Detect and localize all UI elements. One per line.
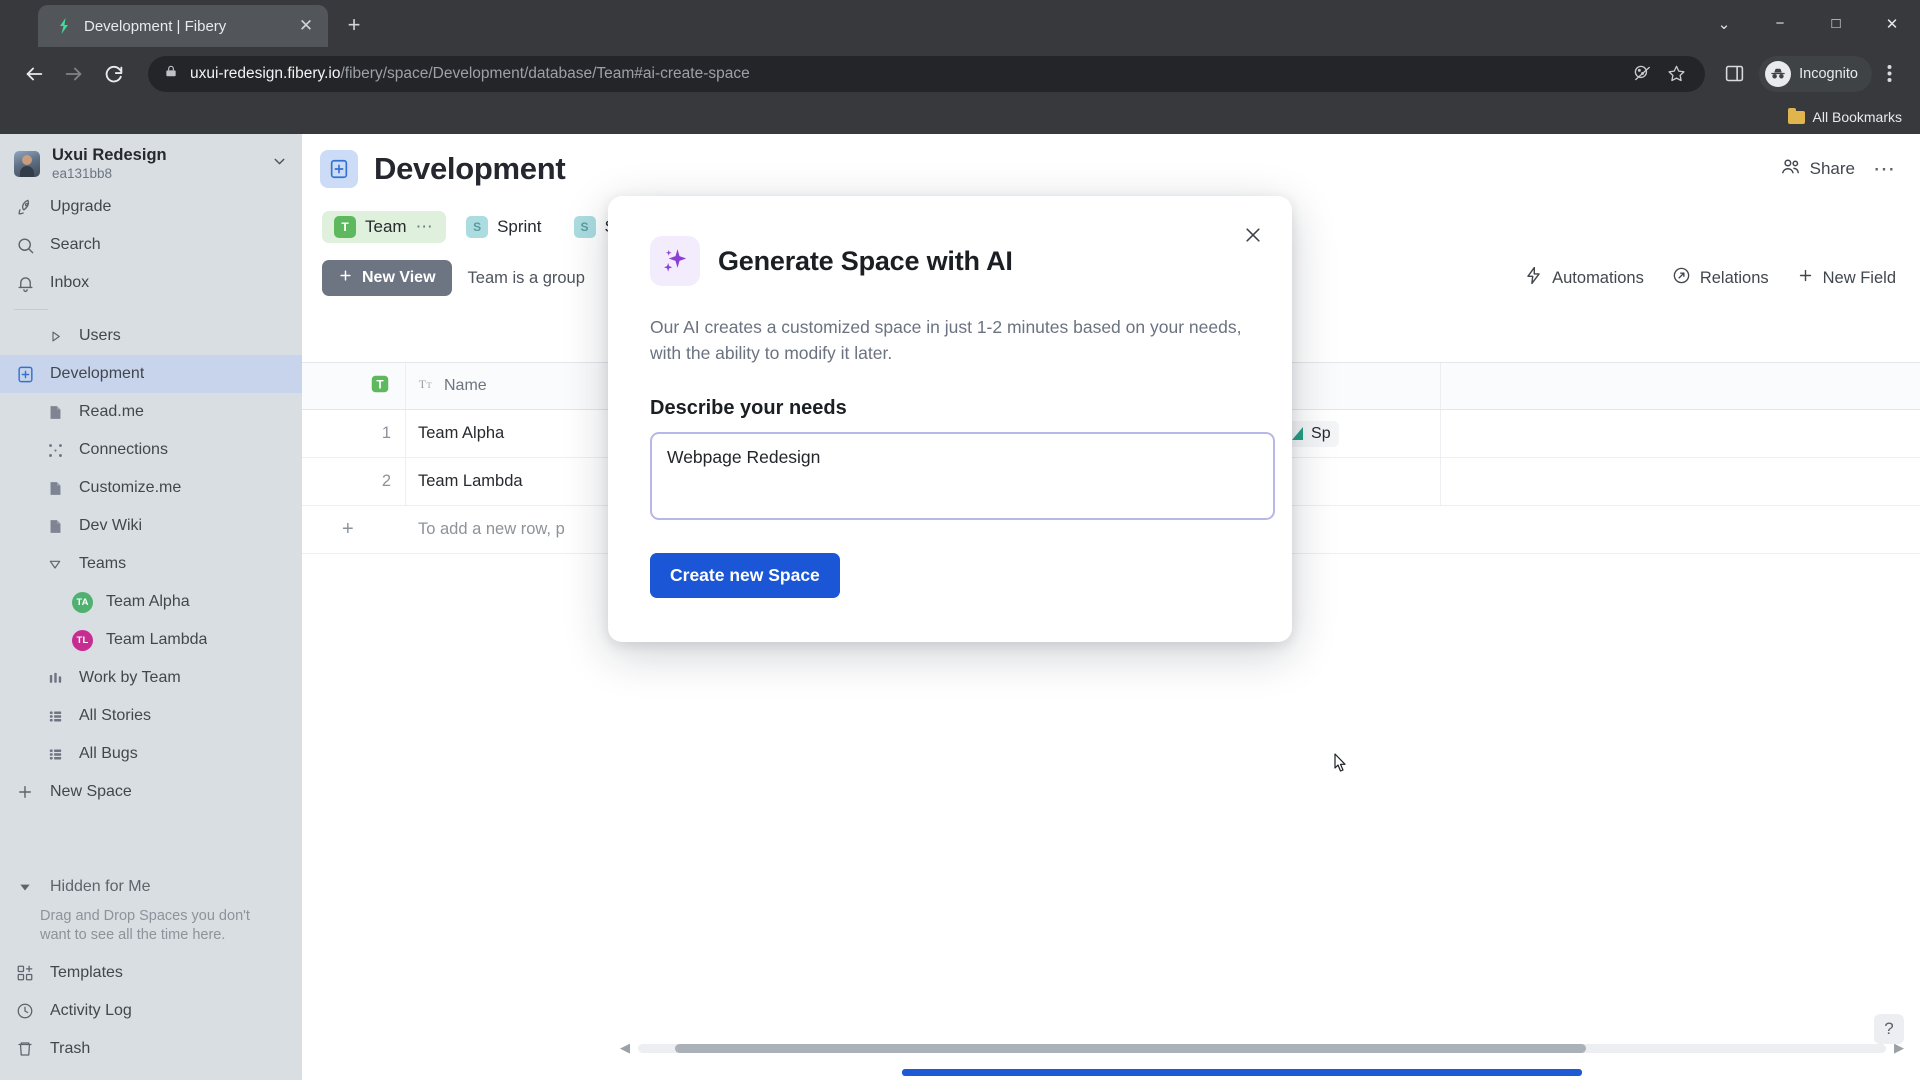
describe-needs-input[interactable] xyxy=(650,431,1275,520)
dialog-header: Generate Space with AI xyxy=(650,236,1250,286)
generate-space-with-ai-dialog: Generate Space with AI Our AI creates a … xyxy=(608,196,1346,772)
describe-your-needs-label: Describe your needs xyxy=(650,396,847,419)
create-new-space-button[interactable]: Create new Space xyxy=(650,552,840,598)
dialog-description: Our AI creates a customized space in jus… xyxy=(650,317,1242,364)
close-icon[interactable] xyxy=(1236,218,1270,252)
ai-sparkle-icon xyxy=(650,236,700,286)
dialog-title: Generate Space with AI xyxy=(718,245,1013,276)
